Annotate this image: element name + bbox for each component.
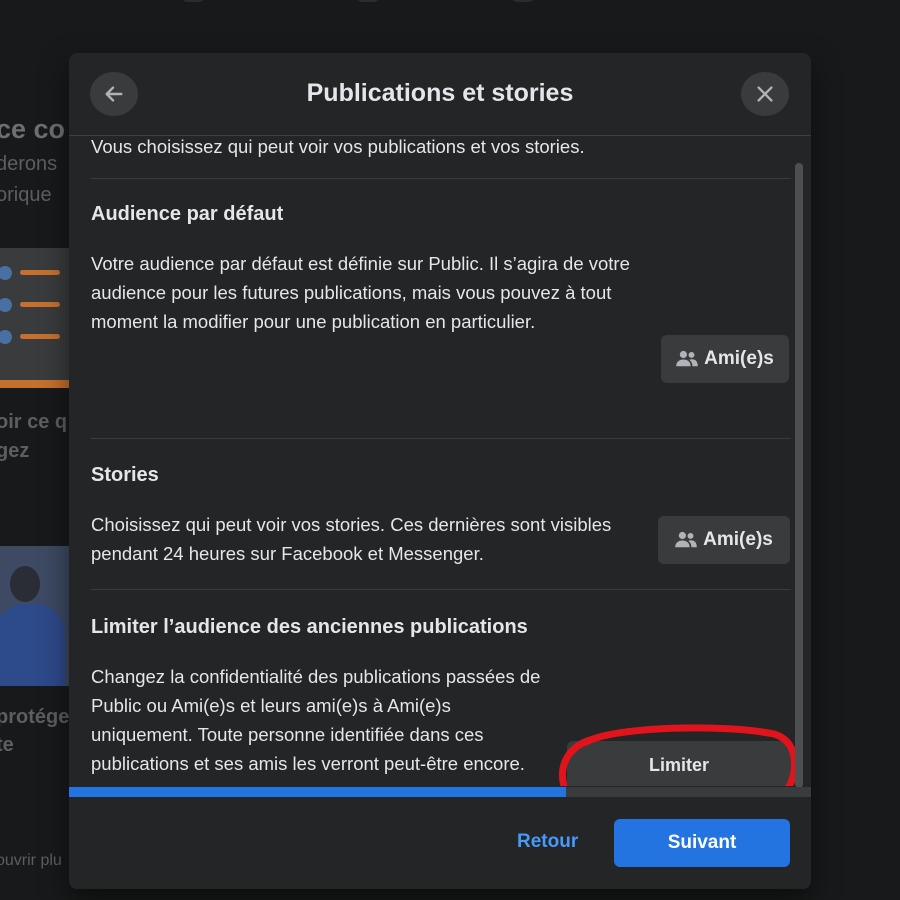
background-text: derons <box>0 153 58 175</box>
background-illustration <box>0 248 80 388</box>
background-caption: te <box>0 734 14 756</box>
close-icon <box>757 86 773 102</box>
section-description-stories: Choisissez qui peut voir vos stories. Ce… <box>91 514 612 564</box>
dialog-intro: Vous choisissez qui peut voir vos public… <box>91 136 585 157</box>
stories-audience-button[interactable]: Ami(e)s <box>658 516 790 564</box>
background-nav-placeholders <box>150 0 550 6</box>
section-description-limit-past-posts: Changez la confidentialité des publicati… <box>91 666 541 774</box>
friends-icon <box>676 350 698 367</box>
privacy-dialog: Publications et stories Vous choisissez … <box>69 53 811 889</box>
progress-bar <box>69 787 811 797</box>
close-button[interactable] <box>741 72 789 116</box>
background-caption: oir ce q <box>0 411 68 433</box>
dialog-content: Vous choisissez qui peut voir vos public… <box>69 136 811 786</box>
section-title-default-audience: Audience par défaut <box>91 203 284 225</box>
background-illustration <box>0 546 80 686</box>
progress-fill <box>69 787 567 797</box>
next-button[interactable]: Suivant <box>614 819 790 867</box>
background-caption: ouvrir plu <box>0 852 62 869</box>
dialog-header: Publications et stories <box>69 53 811 135</box>
stories-audience-label: Ami(e)s <box>703 529 773 550</box>
scrollbar-thumb[interactable] <box>795 163 803 788</box>
back-link-button[interactable]: Retour <box>517 831 578 853</box>
section-description-default-audience: Votre audience par défaut est définie su… <box>91 253 630 332</box>
background-caption: protége <box>0 706 70 728</box>
background-caption: gez <box>0 440 30 462</box>
background-heading: ce co <box>0 114 66 144</box>
default-audience-button[interactable]: Ami(e)s <box>661 335 789 383</box>
scrollbar[interactable] <box>795 163 803 788</box>
background-text: orique <box>0 184 52 206</box>
limit-button[interactable]: Limiter <box>567 741 791 786</box>
dialog-title: Publications et stories <box>306 79 574 107</box>
dialog-footer: Retour Suivant <box>69 797 811 889</box>
friends-icon <box>675 531 697 548</box>
divider <box>91 438 791 439</box>
section-title-stories: Stories <box>91 464 159 486</box>
default-audience-label: Ami(e)s <box>704 348 774 369</box>
divider <box>91 178 791 179</box>
section-title-limit-past-posts: Limiter l’audience des anciennes publica… <box>91 616 528 638</box>
divider <box>91 589 791 590</box>
